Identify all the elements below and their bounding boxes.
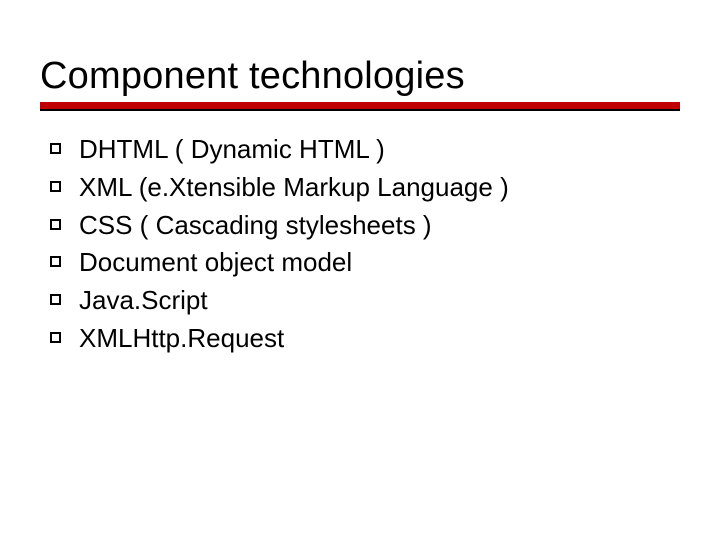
bullet-list: DHTML ( Dynamic HTML ) XML (e.Xtensible … [40,133,680,356]
bullet-text: DHTML ( Dynamic HTML ) [79,133,385,167]
square-bullet-icon [50,294,61,305]
square-bullet-icon [50,181,61,192]
list-item: Java.Script [50,284,680,318]
bullet-text: XMLHttp.Request [79,322,284,356]
list-item: DHTML ( Dynamic HTML ) [50,133,680,167]
list-item: XML (e.Xtensible Markup Language ) [50,171,680,205]
square-bullet-icon [50,143,61,154]
square-bullet-icon [50,256,61,267]
bullet-text: Java.Script [79,284,208,318]
square-bullet-icon [50,332,61,343]
bullet-text: XML (e.Xtensible Markup Language ) [79,171,509,205]
list-item: CSS ( Cascading stylesheets ) [50,209,680,243]
bullet-text: Document object model [79,246,352,280]
bullet-text: CSS ( Cascading stylesheets ) [79,209,432,243]
square-bullet-icon [50,219,61,230]
slide: Component technologies DHTML ( Dynamic H… [0,0,720,540]
slide-title: Component technologies [40,55,680,98]
title-underline [40,102,680,111]
list-item: XMLHttp.Request [50,322,680,356]
list-item: Document object model [50,246,680,280]
